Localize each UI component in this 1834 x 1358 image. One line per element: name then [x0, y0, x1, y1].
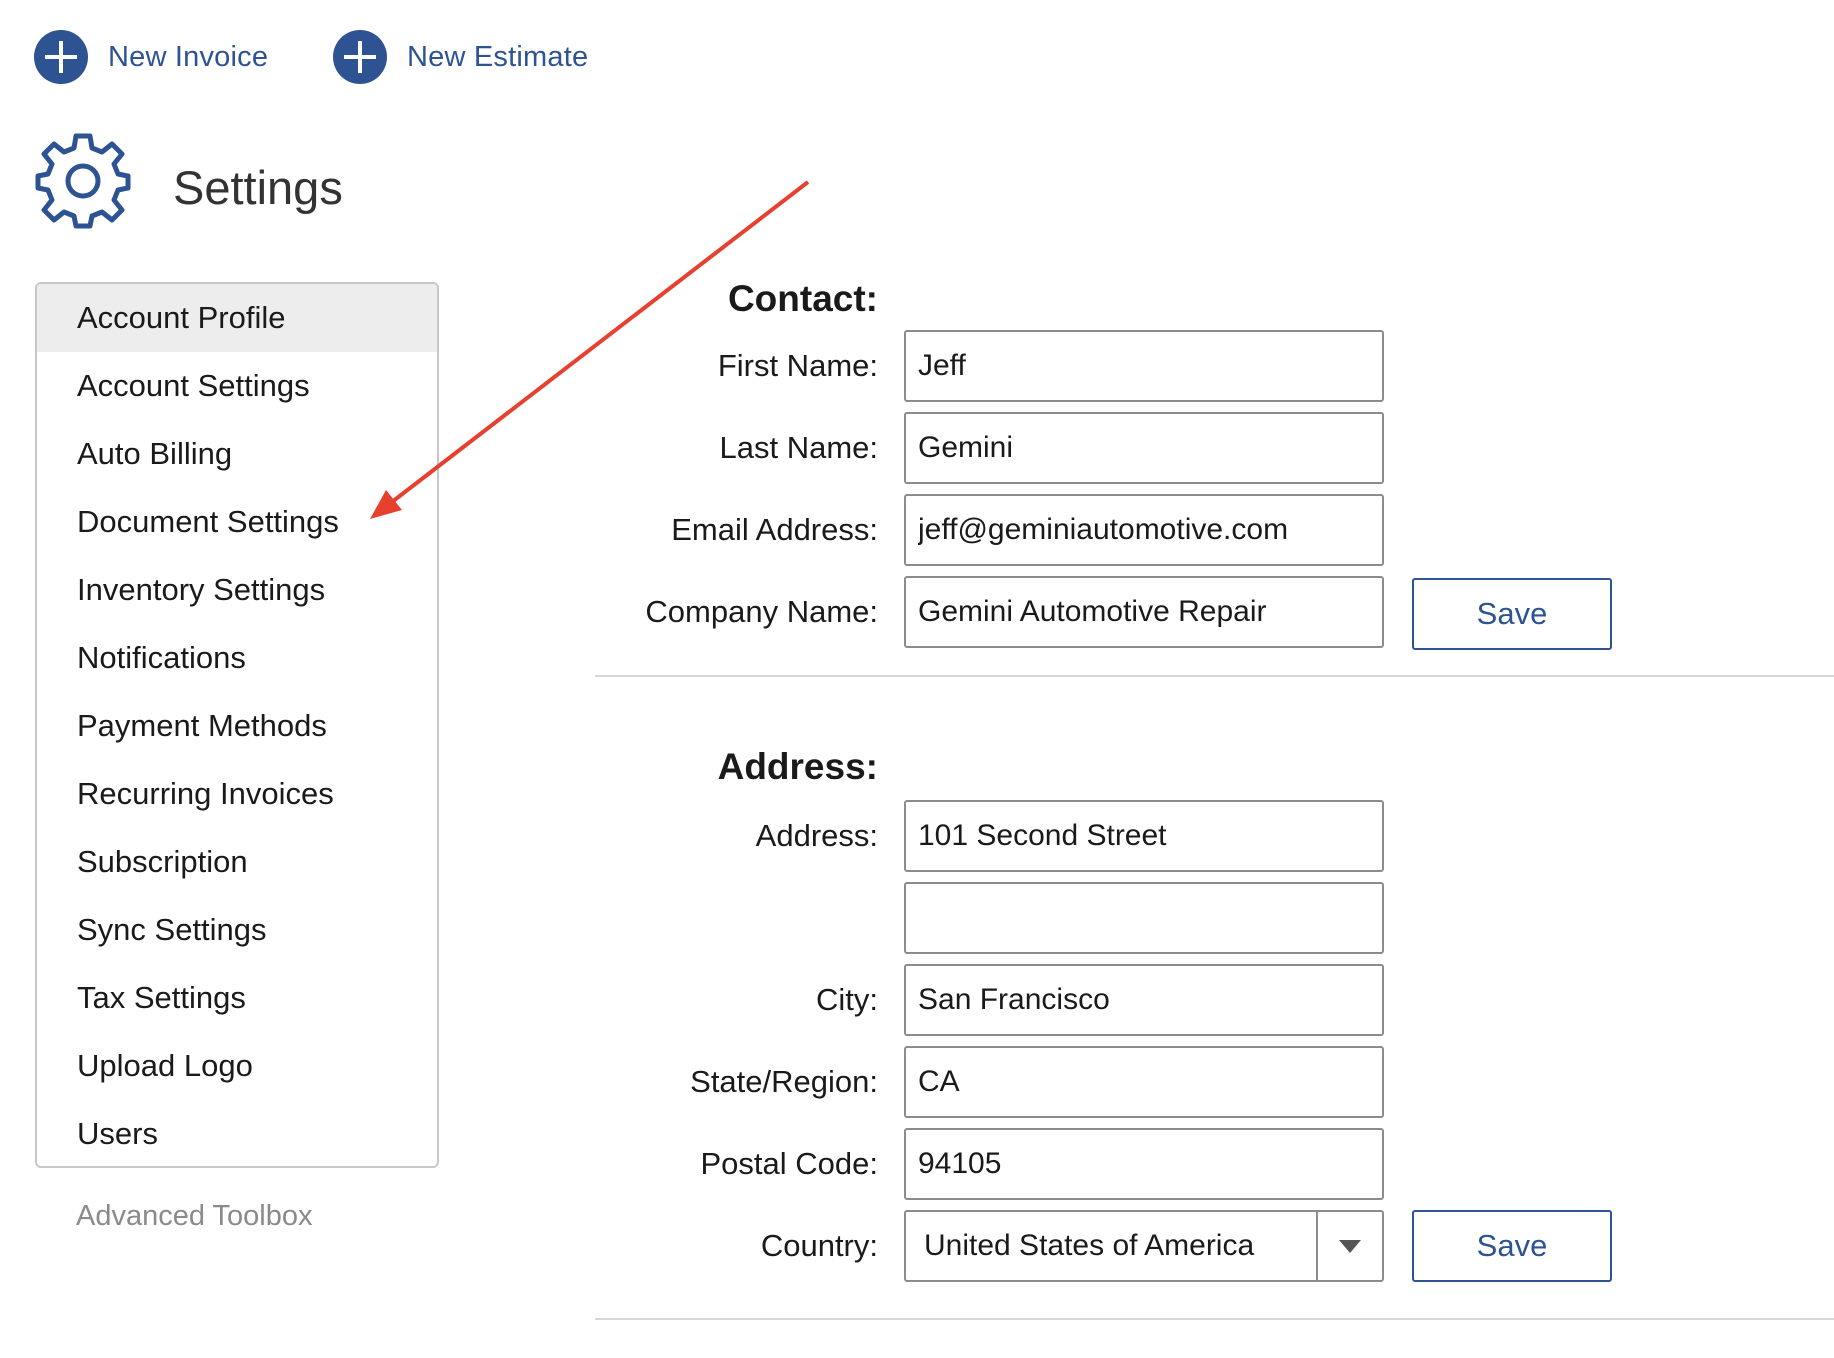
dropdown-arrow-icon — [1316, 1212, 1382, 1280]
section-divider — [595, 1318, 1834, 1320]
address-line1-field[interactable] — [904, 800, 1384, 872]
company-name-label: Company Name: — [645, 594, 878, 629]
sidebar-item-account-settings[interactable]: Account Settings — [37, 352, 437, 420]
address-heading: Address: — [717, 746, 878, 787]
country-label: Country: — [760, 1228, 878, 1263]
address-save-button[interactable]: Save — [1412, 1210, 1612, 1282]
company-name-field[interactable] — [904, 576, 1384, 648]
new-invoice-label: New Invoice — [108, 40, 269, 73]
plus-circle-icon — [34, 30, 88, 84]
city-label: City: — [816, 982, 878, 1017]
email-label: Email Address: — [671, 512, 878, 547]
city-field[interactable] — [904, 964, 1384, 1036]
page-title: Settings — [173, 161, 343, 214]
sidebar-item-recurring-invoices[interactable]: Recurring Invoices — [37, 760, 437, 828]
sidebar-item-inventory-settings[interactable]: Inventory Settings — [37, 556, 437, 624]
contact-save-button[interactable]: Save — [1412, 578, 1612, 650]
advanced-toolbox-link[interactable]: Advanced Toolbox — [76, 1200, 312, 1233]
settings-sidebar: Account Profile Account Settings Auto Bi… — [35, 282, 439, 1168]
address-line2-field[interactable] — [904, 882, 1384, 954]
address-label: Address: — [755, 818, 878, 853]
sidebar-item-users[interactable]: Users — [37, 1100, 437, 1166]
sidebar-item-notifications[interactable]: Notifications — [37, 624, 437, 692]
last-name-label: Last Name: — [719, 430, 878, 465]
sidebar-item-account-profile[interactable]: Account Profile — [37, 284, 437, 352]
gear-icon — [32, 130, 134, 232]
sidebar-item-tax-settings[interactable]: Tax Settings — [37, 964, 437, 1032]
email-field[interactable] — [904, 494, 1384, 566]
last-name-field[interactable] — [904, 412, 1384, 484]
state-label: State/Region: — [690, 1064, 878, 1099]
new-estimate-button[interactable]: New Estimate — [333, 30, 588, 84]
first-name-field[interactable] — [904, 330, 1384, 402]
postal-code-label: Postal Code: — [700, 1146, 879, 1181]
sidebar-item-auto-billing[interactable]: Auto Billing — [37, 420, 437, 488]
sidebar-item-subscription[interactable]: Subscription — [37, 828, 437, 896]
new-estimate-label: New Estimate — [407, 40, 589, 73]
sidebar-item-document-settings[interactable]: Document Settings — [37, 488, 437, 556]
plus-circle-icon — [333, 30, 387, 84]
first-name-label: First Name: — [717, 348, 878, 383]
sidebar-item-upload-logo[interactable]: Upload Logo — [37, 1032, 437, 1100]
new-invoice-button[interactable]: New Invoice — [34, 30, 268, 84]
section-divider — [595, 675, 1834, 677]
contact-heading: Contact: — [727, 278, 878, 319]
sidebar-item-payment-methods[interactable]: Payment Methods — [37, 692, 437, 760]
country-select-value: United States of America — [924, 1229, 1255, 1262]
country-select[interactable]: United States of America — [904, 1210, 1384, 1282]
sidebar-item-sync-settings[interactable]: Sync Settings — [37, 896, 437, 964]
state-field[interactable] — [904, 1046, 1384, 1118]
postal-code-field[interactable] — [904, 1128, 1384, 1200]
